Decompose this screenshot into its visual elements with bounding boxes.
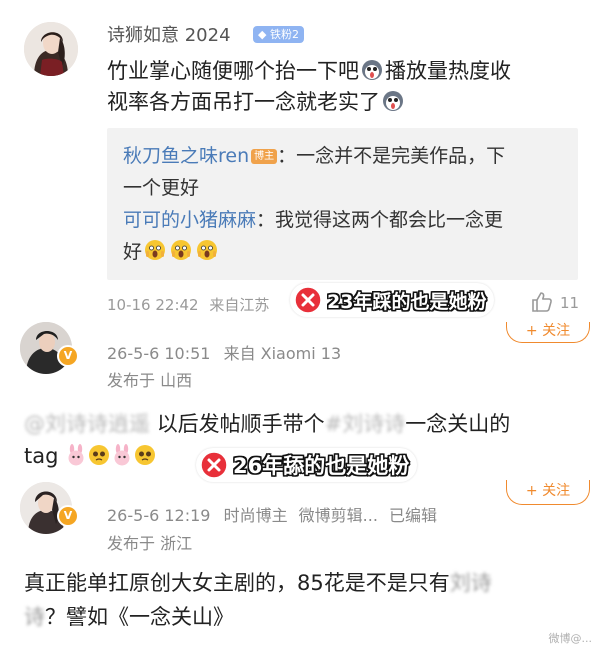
- comment-body: 竹业掌心随便哪个抬一下吧 播放量热度收 视率各方面吊打一念就老实了: [107, 56, 577, 118]
- reply-text: ：我觉得这两个都会比一念更: [256, 209, 504, 231]
- screaming-face-emoji-icon: [145, 240, 166, 260]
- follow-button[interactable]: + 关注: [506, 322, 590, 343]
- thumbs-up-icon[interactable]: [530, 290, 554, 314]
- comment-timestamp: 26-5-6 12:19: [107, 506, 211, 525]
- reply-username[interactable]: 秋刀鱼之味ren: [123, 145, 249, 167]
- diamond-icon: ◆: [258, 28, 267, 41]
- reply-text: 一个更好: [123, 177, 200, 199]
- verified-v-badge-icon: V: [57, 345, 79, 367]
- comment-text-part: 真正能单扛原创大女主剧的，85花是不是只有: [24, 571, 450, 595]
- comment-meta: 26-5-6 10:51 来自 Xiaomi 13: [107, 340, 341, 364]
- comment-timestamp: 26-5-6 10:51: [107, 344, 211, 363]
- screaming-face-emoji-icon: [197, 240, 218, 260]
- comment-text-part: 竹业掌心随便哪个抬一下吧: [107, 59, 359, 83]
- comment-text-part: ？譬如《一念关山》: [45, 605, 234, 629]
- comment-location: 来自江苏: [209, 296, 270, 314]
- comment-text-part: 播放量热度收: [385, 59, 511, 83]
- comment-meta: 10-16 22:42 来自江苏: [107, 294, 269, 315]
- annotation-label: 23年踩的也是她粉: [290, 283, 495, 317]
- pleading-face-emoji-icon: [89, 445, 110, 465]
- author-tag: 微博剪辑...: [298, 506, 378, 525]
- comment-body: 真正能单扛原创大女主剧的，85花是不是只有刘诗 诗？譬如《一念关山》: [24, 566, 584, 634]
- reply-thread[interactable]: 秋刀鱼之味ren 博主 ：一念并不是完美作品，下 一个更好 可可的小猪麻麻：我觉得这…: [107, 128, 578, 280]
- comment-text-part: 视率各方面吊打一念就老实了: [107, 90, 380, 114]
- comment-location: 发布于 山西: [107, 371, 193, 390]
- reply-item: 秋刀鱼之味ren 博主 ：一念并不是完美作品，下 一个更好: [123, 140, 563, 204]
- bunny-sticker-icon: [114, 444, 130, 466]
- shocked-dog-emoji-icon: [362, 60, 382, 80]
- blurred-mention: 诗: [24, 605, 45, 629]
- fan-badge-label: 铁粉2: [269, 28, 299, 41]
- reply-text: 好: [123, 241, 143, 263]
- verified-v-badge-icon: V: [57, 505, 79, 527]
- comment-username[interactable]: 诗狮如意 2024: [107, 21, 231, 47]
- reply-item: 可可的小猪麻麻：我觉得这两个都会比一念更 好: [123, 204, 563, 268]
- comment-text-part: tag: [24, 444, 59, 468]
- reply-text: ：一念并不是完美作品，下: [277, 145, 506, 167]
- blurred-mention: 刘诗: [449, 571, 492, 595]
- avatar[interactable]: [24, 22, 78, 76]
- red-x-circle-icon: [200, 451, 228, 479]
- comment-timestamp: 10-16 22:42: [107, 296, 199, 314]
- follow-button[interactable]: + 关注: [506, 480, 590, 505]
- red-x-circle-icon: [294, 286, 322, 314]
- reply-username[interactable]: 可可的小猪麻麻: [123, 209, 256, 231]
- author-role: 时尚博主: [223, 506, 288, 525]
- annotation-label: 26年舔的也是她粉: [196, 448, 418, 482]
- comment-source: 来自 Xiaomi 13: [223, 344, 342, 363]
- annotation-text: 26年舔的也是她粉: [233, 454, 410, 478]
- pleading-face-emoji-icon: [135, 445, 156, 465]
- comment-text-part: 以后发帖顺手带个: [156, 412, 325, 436]
- comment-meta: 26-5-6 12:19 时尚博主 微博剪辑... 已编辑: [107, 502, 437, 526]
- edited-label: 已编辑: [389, 506, 438, 525]
- avatar-portrait-icon: [24, 22, 78, 76]
- comment-location: 发布于 浙江: [107, 534, 193, 553]
- blurred-mention: @刘诗诗逍遥: [24, 412, 150, 436]
- screaming-face-emoji-icon: [171, 240, 192, 260]
- bunny-sticker-icon: [68, 444, 84, 466]
- blogger-badge: 博主: [251, 149, 278, 164]
- annotation-text: 23年踩的也是她粉: [327, 290, 487, 313]
- shocked-dog-emoji-icon: [383, 91, 403, 111]
- blurred-mention: #刘诗诗: [324, 412, 406, 436]
- fan-level-badge: ◆ 铁粉2: [253, 26, 304, 43]
- screenshot-page: 诗狮如意 2024 ◆ 铁粉2 竹业掌心随便哪个抬一下吧 播放量热度收 视率各方…: [0, 0, 600, 650]
- like-count: 11: [560, 294, 580, 312]
- watermark: 微博@...: [548, 632, 593, 645]
- comment-text-part: 一念关山的: [405, 412, 511, 436]
